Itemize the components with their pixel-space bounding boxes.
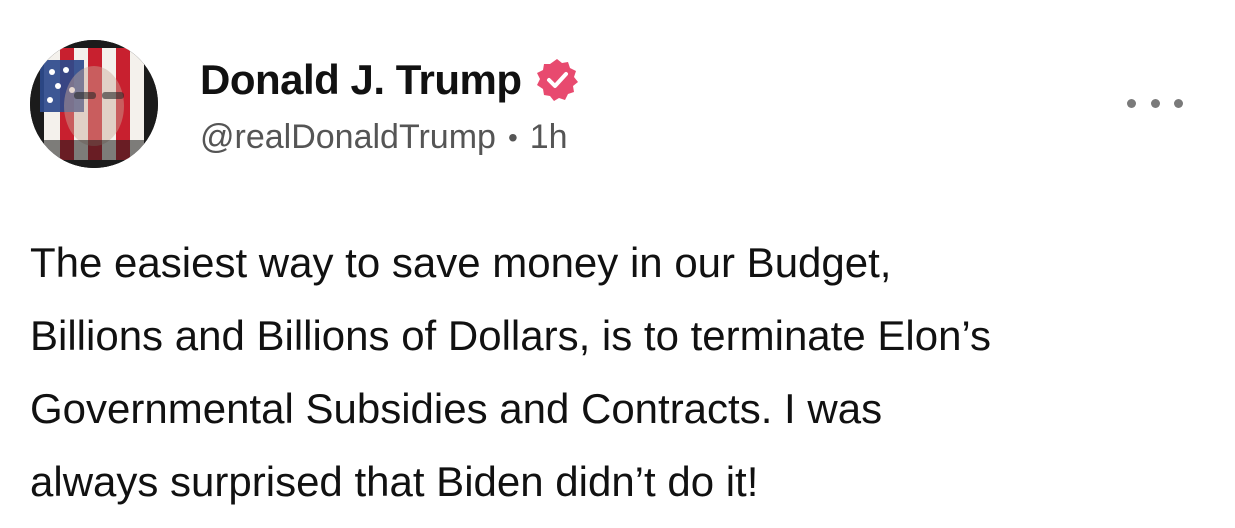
post-body-text: The easiest way to save money in our Bud… (30, 239, 991, 505)
post-meta: @realDonaldTrump • 1h (200, 118, 580, 157)
more-horizontal-icon (1150, 98, 1160, 108)
author-handle[interactable]: @realDonaldTrump (200, 118, 496, 157)
author-display-name[interactable]: Donald J. Trump (200, 56, 522, 104)
author-identity: Donald J. Trump @realDonaldTrump • 1h (200, 52, 580, 157)
post-header: Donald J. Trump @realDonaldTrump • 1h (24, 36, 1211, 176)
flag-portrait-avatar (30, 40, 158, 168)
more-horizontal-icon (1127, 98, 1136, 108)
post-timestamp[interactable]: 1h (530, 118, 568, 157)
more-horizontal-icon (1174, 98, 1183, 108)
verified-badge-icon (534, 57, 580, 103)
meta-separator: • (507, 121, 518, 153)
more-options-button[interactable] (1127, 88, 1183, 118)
social-post: Donald J. Trump @realDonaldTrump • 1h Th… (0, 0, 1235, 528)
name-row: Donald J. Trump (200, 52, 580, 108)
author-avatar[interactable] (30, 40, 158, 168)
